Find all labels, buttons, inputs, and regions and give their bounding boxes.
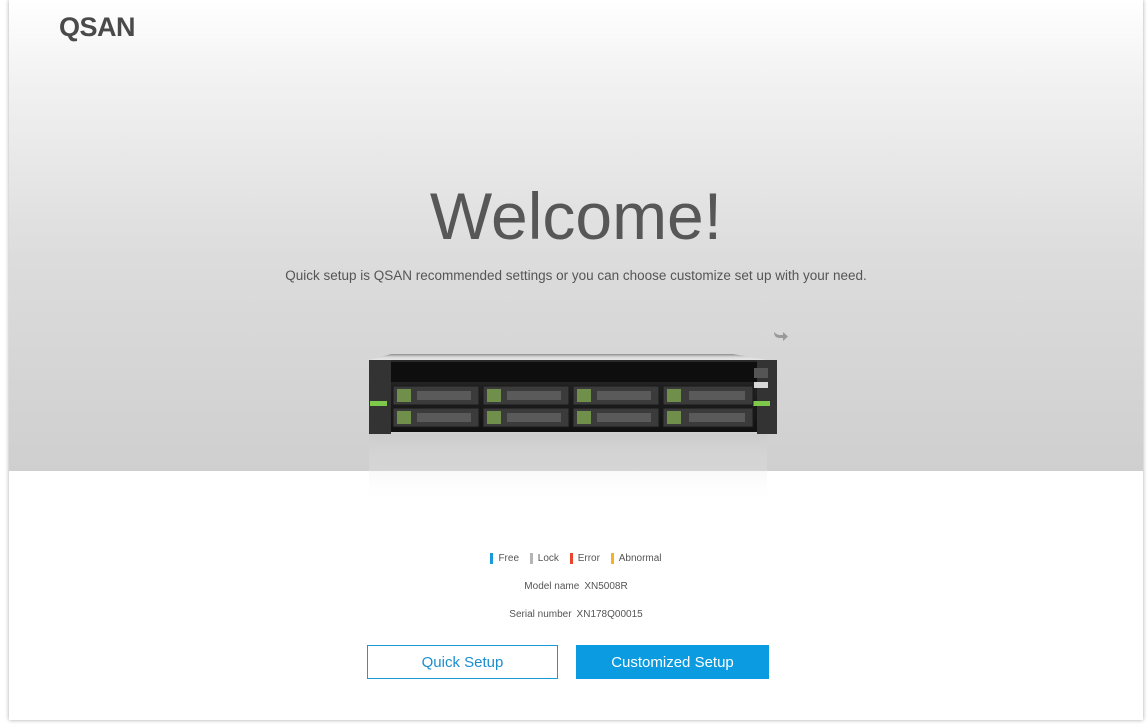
- legend-swatch-lock: [529, 553, 533, 564]
- storage-server-image: [369, 354, 777, 504]
- hero-banner: QSAN Welcome! Quick setup is QSAN recomm…: [9, 0, 1143, 504]
- model-name-value: XN5008R: [584, 581, 628, 592]
- legend-label-abnormal: Abnormal: [618, 553, 662, 564]
- serial-number-value: XN178Q00015: [576, 609, 643, 620]
- legend-label-lock: Lock: [537, 553, 559, 564]
- model-name-row: Model name XN5008R: [9, 581, 1143, 592]
- legend-swatch-error: [569, 553, 573, 564]
- legend-item-error: Error: [569, 553, 600, 564]
- serial-number-row: Serial number XN178Q00015: [9, 609, 1143, 620]
- serial-number-label: Serial number: [509, 609, 572, 620]
- quick-setup-button[interactable]: Quick Setup: [367, 645, 558, 679]
- setup-window: QSAN Welcome! Quick setup is QSAN recomm…: [9, 0, 1143, 720]
- customized-setup-button[interactable]: Customized Setup: [576, 645, 769, 679]
- welcome-subtitle: Quick setup is QSAN recommended settings…: [285, 268, 867, 283]
- legend-swatch-abnormal: [610, 553, 614, 564]
- legend-item-lock: Lock: [529, 553, 559, 564]
- qsan-logo: QSAN: [59, 12, 136, 42]
- disk-status-legend: Free Lock Error Abnormal: [9, 553, 1143, 567]
- legend-swatch-free: [490, 553, 494, 564]
- model-name-label: Model name: [524, 581, 580, 592]
- welcome-title: Welcome!: [429, 179, 723, 253]
- legend-label-free: Free: [498, 553, 520, 564]
- legend-item-free: Free: [490, 553, 519, 564]
- legend-label-error: Error: [577, 553, 600, 564]
- legend-item-abnormal: Abnormal: [610, 553, 662, 564]
